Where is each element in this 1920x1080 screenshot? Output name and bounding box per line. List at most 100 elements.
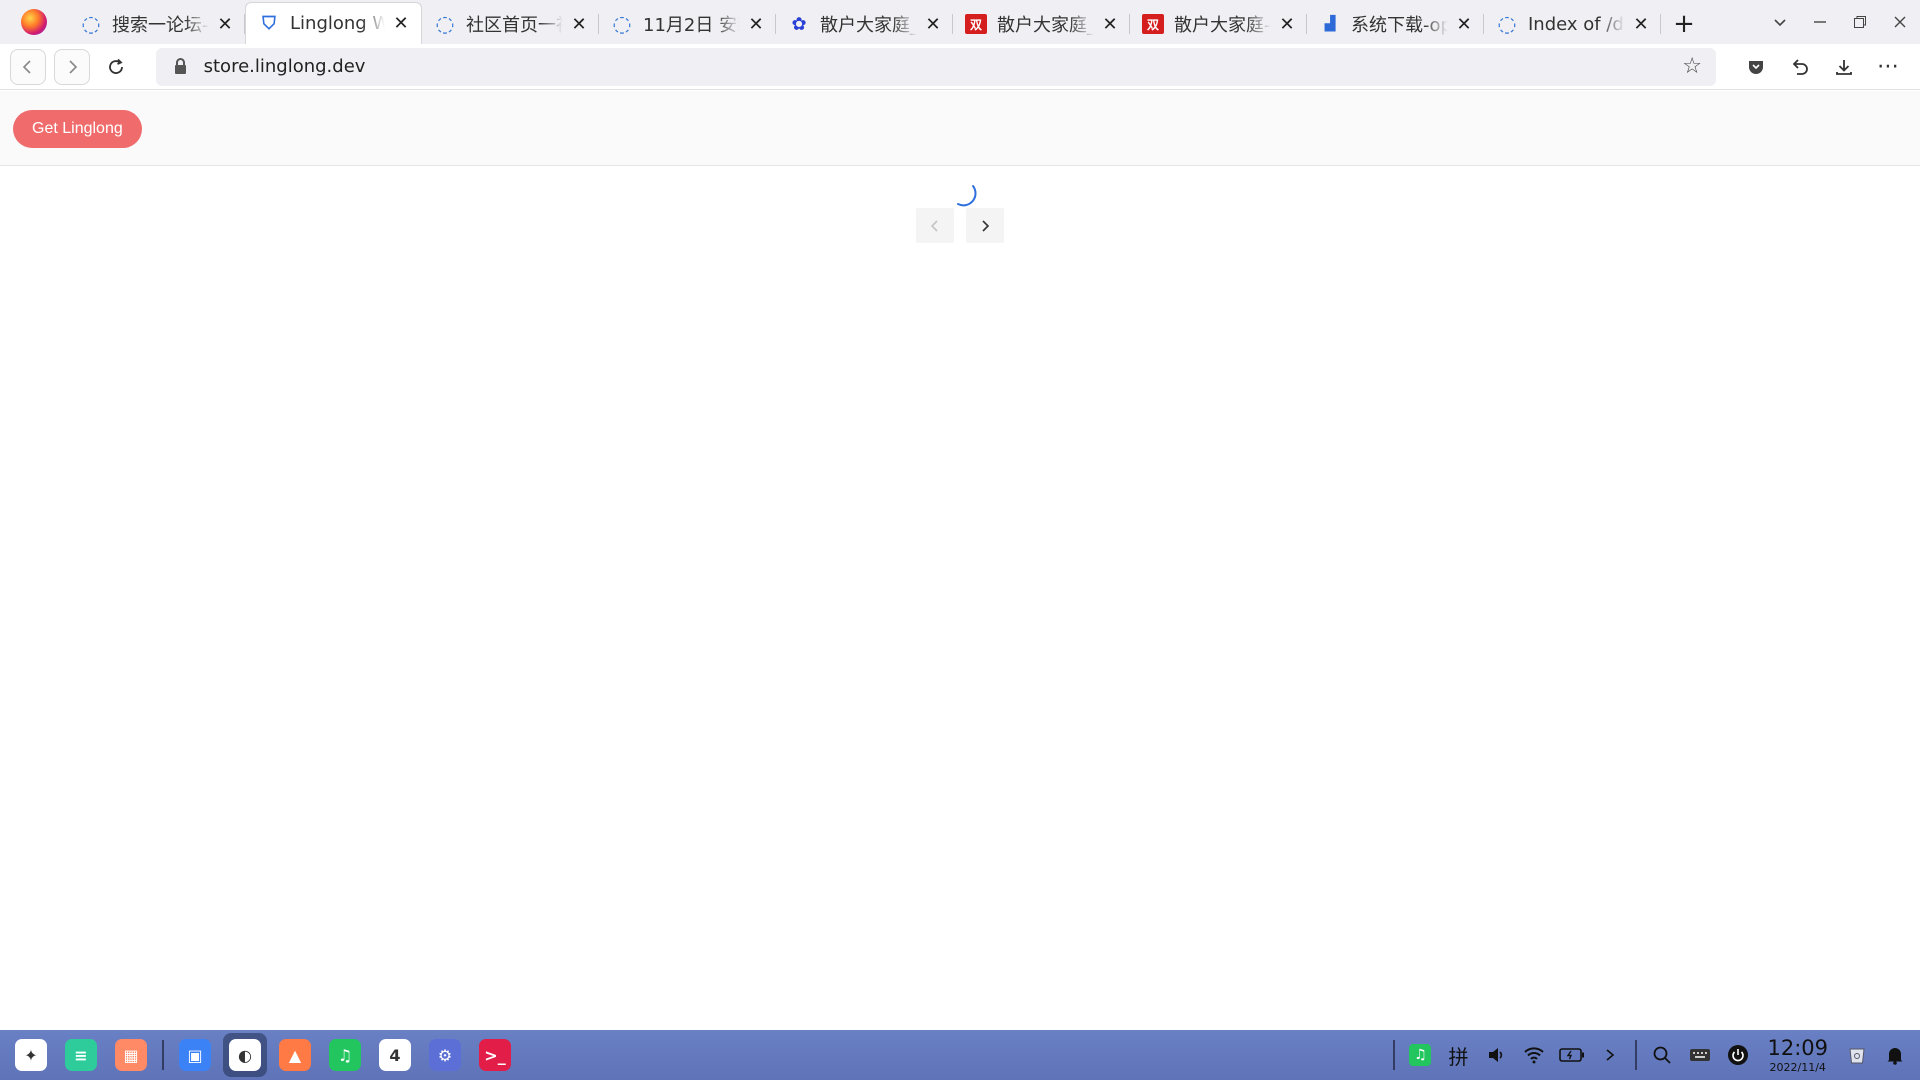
shield-favicon-icon: ⛉ xyxy=(262,13,276,34)
tray-expand-icon[interactable] xyxy=(1591,1035,1629,1075)
close-tab-icon[interactable]: ✕ xyxy=(1631,14,1651,35)
chevron-right-icon xyxy=(982,219,990,232)
window-controls xyxy=(1760,0,1920,44)
next-page-button[interactable] xyxy=(966,208,1004,243)
wifi-signal-icon xyxy=(1524,1047,1545,1064)
tab-strip: ◌ 搜索一论坛- ✕ ⛉ Linglong W ✕ ◌ 社区首页一社 ✕ ◌ 11月2日 安装 ✕ ✿ 散… xyxy=(0,0,1920,44)
clock-date: 2022/11/4 xyxy=(1769,1060,1826,1074)
close-tab-icon[interactable]: ✕ xyxy=(746,14,766,35)
keyboard-icon xyxy=(1690,1049,1711,1061)
swirl-favicon-icon: ◌ xyxy=(81,11,101,37)
battery-charging-icon xyxy=(1559,1048,1585,1062)
tab-6[interactable]: 双散户大家庭- ✕ xyxy=(1130,4,1307,44)
taskbar-app-terminal[interactable]: >_ xyxy=(473,1033,517,1077)
taskbar-app-files[interactable]: ≡ xyxy=(59,1033,103,1077)
restore-icon xyxy=(1854,16,1866,28)
system-tray: ♫ 拼 12:09 2022/11/4 xyxy=(1387,1035,1914,1075)
minimize-icon xyxy=(1814,21,1826,23)
tab-4[interactable]: ✿ 散户大家庭_ ✕ xyxy=(776,4,953,44)
red-favicon-icon: 双 xyxy=(1142,14,1164,34)
music-tray-icon[interactable]: ♫ xyxy=(1401,1035,1439,1075)
restore-button[interactable] xyxy=(1840,2,1880,42)
volume-icon[interactable] xyxy=(1477,1035,1515,1075)
tab-title: 社区首页一社 xyxy=(466,15,563,36)
minimize-button[interactable] xyxy=(1800,2,1840,42)
back-button[interactable] xyxy=(10,48,46,85)
toolbar-actions: ⋯ xyxy=(1734,48,1910,86)
files-app-icon: ≡ xyxy=(65,1039,97,1071)
taskbar-app-settings[interactable]: ⚙ xyxy=(423,1033,467,1077)
forward-button[interactable] xyxy=(53,48,90,85)
tab-title: 散户大家庭_ xyxy=(820,15,917,36)
tab-1[interactable]: ⛉ Linglong W ✕ xyxy=(245,2,422,44)
site-header: Get Linglong xyxy=(0,91,1920,166)
onscreen-keyboard-icon[interactable] xyxy=(1681,1035,1719,1075)
tab-title: 系统下载-op xyxy=(1351,15,1448,36)
tab-0[interactable]: ◌ 搜索一论坛- ✕ xyxy=(68,4,245,44)
loading-spinner-icon xyxy=(957,185,977,207)
lock-icon[interactable] xyxy=(170,56,192,78)
arrow-left-icon xyxy=(22,59,31,74)
settings-app-icon: ⚙ xyxy=(429,1039,461,1071)
swirl-favicon-icon: ◌ xyxy=(1497,11,1517,37)
chart-favicon-icon: ▟ xyxy=(1324,16,1336,32)
close-tab-icon[interactable]: ✕ xyxy=(1100,14,1120,35)
taskbar-app-photos[interactable]: ▲ xyxy=(273,1033,317,1077)
close-window-button[interactable] xyxy=(1880,2,1920,42)
close-tab-icon[interactable]: ✕ xyxy=(215,14,235,35)
get-linglong-button[interactable]: Get Linglong xyxy=(13,110,142,148)
terminal-app-icon: >_ xyxy=(479,1039,511,1071)
new-tab-button[interactable]: + xyxy=(1661,4,1707,44)
save-to-pocket-icon xyxy=(1749,60,1763,74)
tab-8[interactable]: ◌ Index of /da ✕ xyxy=(1484,4,1661,44)
tab-2[interactable]: ◌ 社区首页一社 ✕ xyxy=(422,4,599,44)
taskbar-app-calendar[interactable]: 4 xyxy=(373,1033,417,1077)
pocket-button[interactable] xyxy=(1734,48,1778,86)
photos-app-icon: ▲ xyxy=(279,1039,311,1071)
paw-favicon-icon: ✿ xyxy=(791,13,807,35)
navigation-toolbar: store.linglong.dev ☆ ⋯ xyxy=(0,44,1920,90)
taskbar-app-music[interactable]: ♫ xyxy=(323,1033,367,1077)
close-tab-icon[interactable]: ✕ xyxy=(391,13,411,34)
power-button-icon xyxy=(1728,1045,1749,1065)
taskbar-app-browser-active[interactable]: ◐ xyxy=(223,1033,267,1077)
address-bar[interactable]: store.linglong.dev ☆ xyxy=(155,47,1716,86)
taskbar-app-browser-blue[interactable]: ▣ xyxy=(173,1033,217,1077)
taskbar-app-app-store[interactable]: ▦ xyxy=(109,1033,153,1077)
input-method-icon[interactable]: 拼 xyxy=(1439,1035,1477,1075)
plus-icon: + xyxy=(1673,9,1695,39)
tab-7[interactable]: ▟ 系统下载-op ✕ xyxy=(1307,4,1484,44)
notification-bell-icon[interactable] xyxy=(1876,1035,1914,1075)
clock-time: 12:09 xyxy=(1767,1035,1828,1060)
downloads-button[interactable] xyxy=(1822,48,1866,86)
reload-button[interactable] xyxy=(98,49,134,85)
browser-active-app-icon: ◐ xyxy=(229,1039,261,1071)
close-tab-icon[interactable]: ✕ xyxy=(1454,14,1474,35)
more-menu-button[interactable]: ⋯ xyxy=(1866,48,1910,86)
swirl-favicon-icon: ◌ xyxy=(612,11,632,37)
tab-list-dropdown-button[interactable] xyxy=(1760,2,1800,42)
search-icon[interactable] xyxy=(1643,1035,1681,1075)
tab-3[interactable]: ◌ 11月2日 安装 ✕ xyxy=(599,4,776,44)
tab-title: 11月2日 安装 xyxy=(643,15,740,36)
close-tab-icon[interactable]: ✕ xyxy=(1277,14,1297,35)
reload-icon xyxy=(108,58,123,74)
trash-icon[interactable] xyxy=(1838,1035,1876,1075)
clock[interactable]: 12:09 2022/11/4 xyxy=(1767,1035,1828,1074)
close-tab-icon[interactable]: ✕ xyxy=(923,14,943,35)
wifi-icon[interactable] xyxy=(1515,1035,1553,1075)
browser-menu-logo[interactable] xyxy=(0,0,68,44)
speaker-icon xyxy=(1489,1048,1503,1062)
power-icon[interactable] xyxy=(1719,1035,1757,1075)
tray-divider xyxy=(1635,1040,1638,1070)
undo-close-button[interactable] xyxy=(1778,48,1822,86)
tab-5[interactable]: 双散户大家庭_ ✕ xyxy=(953,4,1130,44)
previous-page-button[interactable] xyxy=(916,208,954,243)
url-text[interactable]: store.linglong.dev xyxy=(204,56,1683,77)
battery-icon[interactable] xyxy=(1553,1035,1591,1075)
chevron-right-icon xyxy=(1606,1049,1615,1061)
taskbar-app-launcher[interactable]: ✦ xyxy=(9,1033,53,1077)
bookmark-star-icon[interactable]: ☆ xyxy=(1682,54,1702,79)
carousel-pager xyxy=(916,208,1016,243)
close-tab-icon[interactable]: ✕ xyxy=(569,14,589,35)
